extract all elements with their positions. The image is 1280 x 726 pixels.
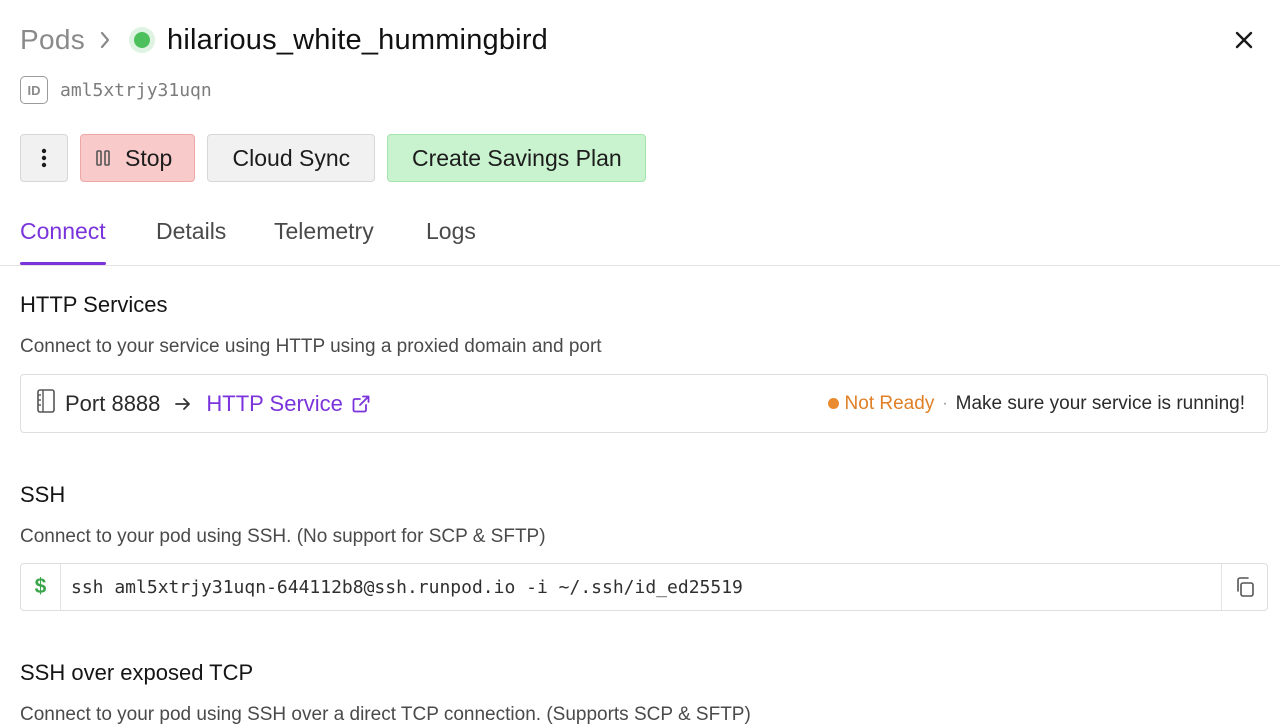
tab-logs[interactable]: Logs [426,218,476,264]
external-link-icon [351,394,371,414]
service-status: Not Ready · Make sure your service is ru… [827,392,1245,415]
port-server-icon [35,388,57,419]
header: Pods hilarious_white_hummingbird [20,22,548,58]
status-running-indicator [129,27,156,53]
toolbar: Stop Cloud Sync Create Savings Plan [20,134,647,182]
more-actions-button[interactable] [20,134,68,182]
http-services-description: Connect to your service using HTTP using… [20,336,602,357]
arrow-right-icon [174,396,192,412]
pod-id-row: ID aml5xtrjy31uqn [20,76,212,104]
copy-ssh-command-button[interactable] [1221,564,1267,610]
separator-dot: · [942,394,948,412]
ssh-tcp-title: SSH over exposed TCP [20,660,254,685]
ssh-tcp-description: Connect to your pod using SSH over a dir… [20,704,751,725]
ssh-title: SSH [20,482,66,507]
http-service-label: HTTP Service [206,390,343,416]
status-not-ready-indicator [827,398,839,409]
breadcrumb-pods[interactable]: Pods [20,24,85,56]
pause-icon [95,149,111,167]
create-savings-plan-button[interactable]: Create Savings Plan [387,134,647,182]
chevron-right-icon [99,31,111,49]
shell-prompt-icon: $ [21,564,61,610]
http-service-link[interactable]: HTTP Service [206,391,371,417]
stop-button[interactable]: Stop [80,134,196,182]
tab-details[interactable]: Details [156,218,226,264]
copy-icon [1236,577,1254,597]
pod-id-value: aml5xtrjy31uqn [60,79,212,101]
ssh-command[interactable]: ssh aml5xtrjy31uqn-644112b8@ssh.runpod.i… [61,564,1221,610]
cloud-sync-button[interactable]: Cloud Sync [207,134,376,182]
tab-telemetry[interactable]: Telemetry [274,218,374,264]
http-port-card: Port 8888 HTTP Service Not Ready · Make … [20,374,1268,433]
tab-connect[interactable]: Connect [20,218,106,265]
pod-name: hilarious_white_hummingbird [167,23,549,56]
cloud-sync-label: Cloud Sync [232,144,351,171]
id-icon: ID [20,76,48,104]
port-label: Port 8888 [65,390,161,416]
create-savings-plan-label: Create Savings Plan [411,144,622,171]
tab-bar: Connect Details Telemetry Logs [0,212,1280,266]
http-services-title: HTTP Services [20,292,168,317]
ssh-description: Connect to your pod using SSH. (No suppo… [20,526,546,547]
status-not-ready-label: Not Ready [844,392,935,414]
close-icon [1235,31,1253,49]
ssh-command-box: $ ssh aml5xtrjy31uqn-644112b8@ssh.runpod… [20,563,1268,611]
status-hint: Make sure your service is running! [955,392,1245,414]
close-button[interactable] [1232,28,1256,52]
vertical-dots-icon [41,148,47,168]
stop-button-label: Stop [125,144,173,171]
